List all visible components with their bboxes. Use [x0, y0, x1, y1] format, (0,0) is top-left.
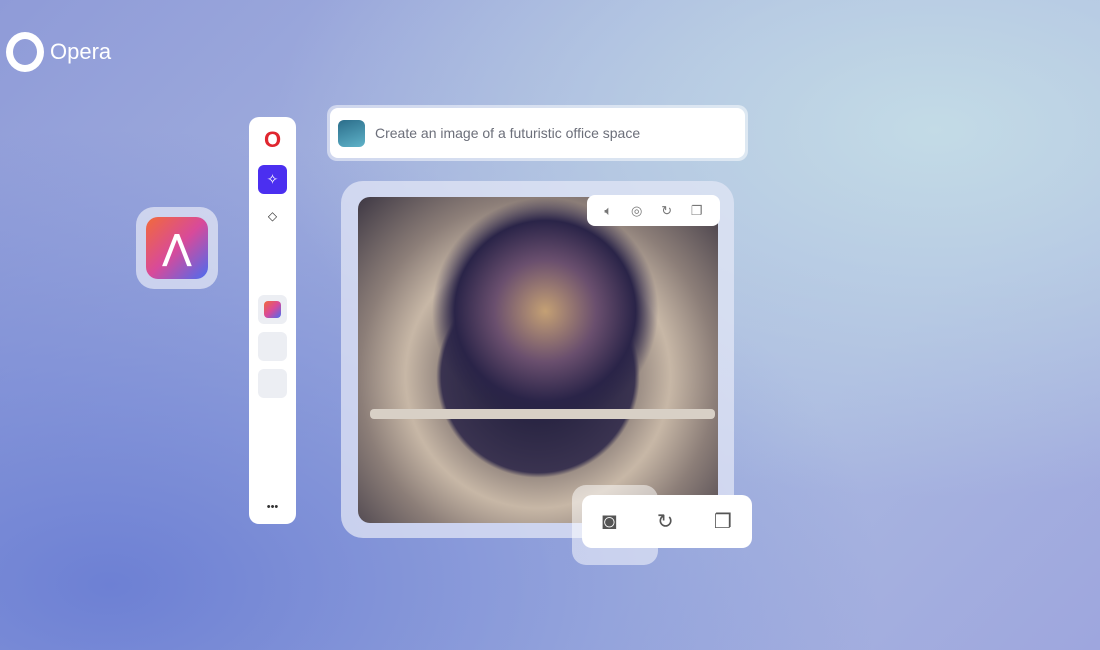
copy-icon[interactable]: ❐	[691, 203, 703, 219]
speaker-icon[interactable]: 🔈︎	[604, 203, 612, 219]
prompt-text: Create an image of a futuristic office s…	[375, 125, 641, 141]
refresh-icon[interactable]: ↻	[661, 203, 672, 219]
aria-app-icon[interactable]: ⋀	[136, 207, 218, 289]
opera-logo: Opera	[6, 32, 111, 72]
sidebar: O ✧ ◇ •••	[249, 117, 296, 524]
empty-slot[interactable]	[258, 332, 287, 361]
refresh-icon[interactable]: ↻	[657, 509, 674, 534]
opera-icon	[6, 32, 44, 72]
image-toolbar: 🔈︎ ◎ ↻ ❐	[587, 195, 720, 226]
more-button[interactable]: •••	[258, 492, 287, 521]
opera-icon[interactable]: O	[258, 125, 287, 154]
sparkle-icon[interactable]: ✧	[258, 165, 287, 194]
avatar	[338, 119, 365, 147]
empty-slot[interactable]	[258, 369, 287, 398]
brand-name: Opera	[50, 39, 112, 64]
camera-icon[interactable]: ◙	[602, 508, 617, 536]
diamond-icon[interactable]: ◇	[258, 201, 287, 230]
generated-image[interactable]	[358, 197, 718, 523]
prompt-box[interactable]: Create an image of a futuristic office s…	[327, 105, 748, 161]
camera-icon[interactable]: ◎	[631, 203, 642, 219]
large-toolbar: ◙ ↻ ❐	[582, 495, 752, 548]
desk	[370, 409, 715, 419]
copy-icon[interactable]: ❐	[714, 509, 732, 534]
aria-app-icon[interactable]	[258, 295, 287, 324]
